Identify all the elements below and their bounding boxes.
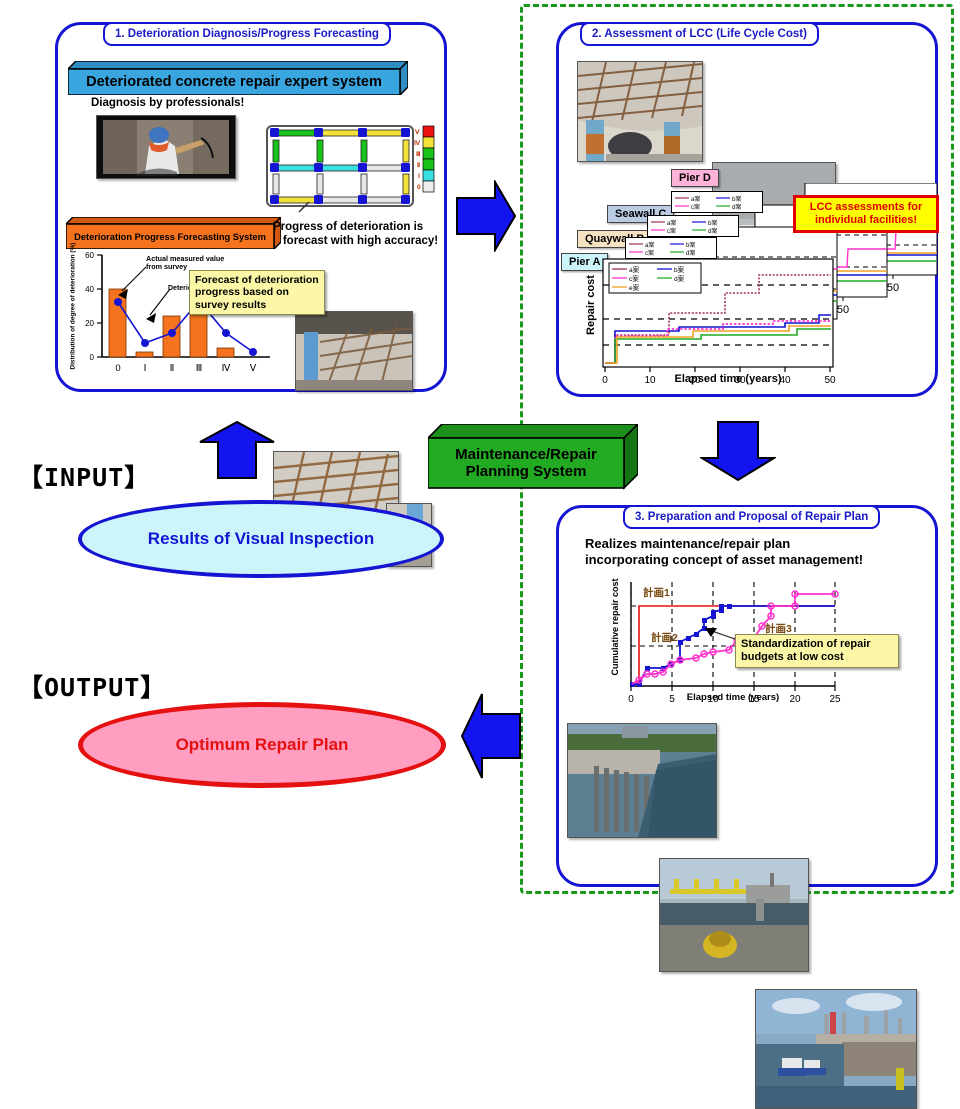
svg-text:20: 20 [85, 319, 94, 328]
plan2-label: 計画2 [651, 632, 678, 644]
arrow-right-to-lcc [455, 180, 517, 252]
svg-text:d案: d案 [686, 249, 695, 256]
arrow-down-to-repair-plan [700, 420, 776, 482]
svg-text:a案: a案 [667, 219, 676, 227]
chart1-ylabel: Distribution of degree of deterioration … [69, 242, 77, 370]
svg-text:Ⅱ: Ⅱ [170, 363, 175, 374]
photo-pier-with-bollard [659, 858, 809, 972]
mini-legend-1: a案 b案 c案 d案 [625, 237, 717, 259]
svg-text:d案: d案 [708, 227, 717, 234]
callout-standardization: Standardization of repair budgets at low… [735, 634, 899, 668]
system-box-label: Maintenance/Repair Planning System [428, 438, 624, 488]
structure-grid-diagram: Ⅴ Ⅳ Ⅲ Ⅱ Ⅰ 0 [261, 120, 436, 215]
panel3-heading: Realizes maintenance/repair plan incorpo… [585, 536, 925, 567]
svg-text:c案: c案 [629, 274, 639, 283]
panel2-title: 2. Assessment of LCC (Life Cycle Cost) [580, 22, 819, 46]
output-label: 【OUTPUT】 [18, 673, 167, 702]
svg-text:b案: b案 [686, 241, 695, 249]
svg-text:Ⅳ: Ⅳ [414, 139, 421, 147]
svg-text:50: 50 [887, 282, 899, 294]
svg-text:0: 0 [417, 184, 421, 191]
expert-system-banner-label: Deteriorated concrete repair expert syst… [86, 74, 382, 90]
arrow-left-to-output [460, 690, 522, 782]
svg-text:40: 40 [85, 285, 94, 294]
photo-port-terminal [755, 989, 917, 1109]
chart3-ylabel: Cumulative repair cost [610, 578, 620, 676]
chart2-ylabel: Repair cost [585, 275, 597, 335]
svg-text:Ⅰ: Ⅰ [418, 172, 420, 180]
svg-text:Ⅲ: Ⅲ [416, 150, 421, 158]
svg-text:b案: b案 [732, 195, 741, 203]
accuracy-text-line1: Progress of deterioration is [273, 221, 424, 233]
svg-text:a案: a案 [645, 241, 654, 249]
panel-lcc-assessment: Pier D Seawall C Quaywall B Pier A 50 50… [556, 22, 939, 397]
svg-text:c案: c案 [645, 249, 654, 256]
svg-text:Ⅱ: Ⅱ [417, 161, 420, 169]
system-box-line2: Planning System [465, 463, 587, 480]
plan1-label: 計画1 [643, 587, 670, 599]
panel1-title: 1. Deterioration Diagnosis/Progress Fore… [103, 22, 391, 46]
mini-legend-3: a案 b案 c案 d案 [671, 191, 763, 213]
svg-text:a案: a案 [629, 265, 640, 274]
system-box-line1: Maintenance/Repair [455, 445, 597, 463]
panel3-title: 3. Preparation and Proposal of Repair Pl… [623, 505, 881, 529]
svg-text:Ⅴ: Ⅴ [414, 128, 420, 136]
svg-text:e案: e案 [629, 283, 640, 292]
svg-text:Ⅳ: Ⅳ [222, 363, 232, 374]
maintenance-planning-system-box: Maintenance/Repair Planning System [428, 424, 638, 494]
callout-standardization-line2: budgets at low cost [741, 650, 844, 663]
photo-deteriorated-concrete-1 [295, 311, 413, 391]
output-value-ellipse: Optimum Repair Plan [78, 702, 446, 788]
chart-lcc-pier-a: Repair cost 010 20 30 40 50 a案 b案 c案 d案 … [583, 257, 879, 395]
photo-quaywall [567, 723, 717, 838]
chart3-xlabel: Elapsed time (years) [686, 692, 780, 703]
panel3-heading-line2: incorporating concept of asset managemen… [585, 551, 864, 567]
svg-text:Ⅰ: Ⅰ [144, 363, 147, 374]
input-label: 【INPUT】 [18, 463, 151, 492]
callout-lcc-line2: individual facilities! [814, 214, 918, 227]
panel-repair-plan-proposal: Realizes maintenance/repair plan incorpo… [556, 505, 938, 1109]
accuracy-text-line2: forecast with high accuracy! [282, 234, 439, 247]
arrow-up-from-input [198, 420, 276, 480]
svg-text:0: 0 [90, 353, 95, 362]
chart-deterioration-distribution: Distribution of degree of deterioration … [60, 242, 313, 387]
chart2-xlabel: Elapsed time (years) [674, 373, 782, 385]
svg-text:Ⅴ: Ⅴ [250, 363, 257, 374]
callout-standardization-line1: Standardization of repair [741, 638, 871, 650]
svg-text:0: 0 [115, 363, 120, 374]
input-value-ellipse: Results of Visual Inspection [78, 500, 444, 578]
accuracy-text: Progress of deterioration is forecast wi… [273, 221, 448, 248]
svg-text:a案: a案 [691, 195, 700, 203]
mini-legend-2: a案 b案 c案 d案 [647, 215, 739, 237]
svg-text:c案: c案 [667, 227, 676, 234]
svg-text:c案: c案 [691, 203, 700, 210]
svg-text:Ⅲ: Ⅲ [196, 363, 203, 374]
panel3-heading-line1: Realizes maintenance/repair plan [585, 536, 791, 551]
panel-deterioration-diagnosis: Deteriorated concrete repair expert syst… [55, 22, 448, 567]
photo-inspection-worker [96, 115, 236, 179]
callout-lcc-assessments: LCC assessments for individual facilitie… [793, 195, 939, 234]
callout-lcc-line1: LCC assessments for [809, 201, 923, 213]
callout-forecast: Forecast of deterioration progress based… [189, 270, 325, 316]
svg-text:60: 60 [85, 251, 94, 260]
forecasting-system-banner: Deterioration Progress Forecasting Syste… [66, 217, 281, 249]
svg-text:d案: d案 [674, 274, 685, 283]
expert-system-banner: Deteriorated concrete repair expert syst… [68, 61, 408, 95]
svg-text:d案: d案 [732, 203, 741, 210]
photo-pier-underside-damaged [577, 61, 703, 162]
diagnosis-subheading: Diagnosis by professionals! [91, 97, 245, 109]
forecasting-system-banner-label: Deterioration Progress Forecasting Syste… [74, 231, 266, 242]
svg-text:b案: b案 [708, 219, 717, 227]
svg-text:b案: b案 [674, 265, 685, 274]
